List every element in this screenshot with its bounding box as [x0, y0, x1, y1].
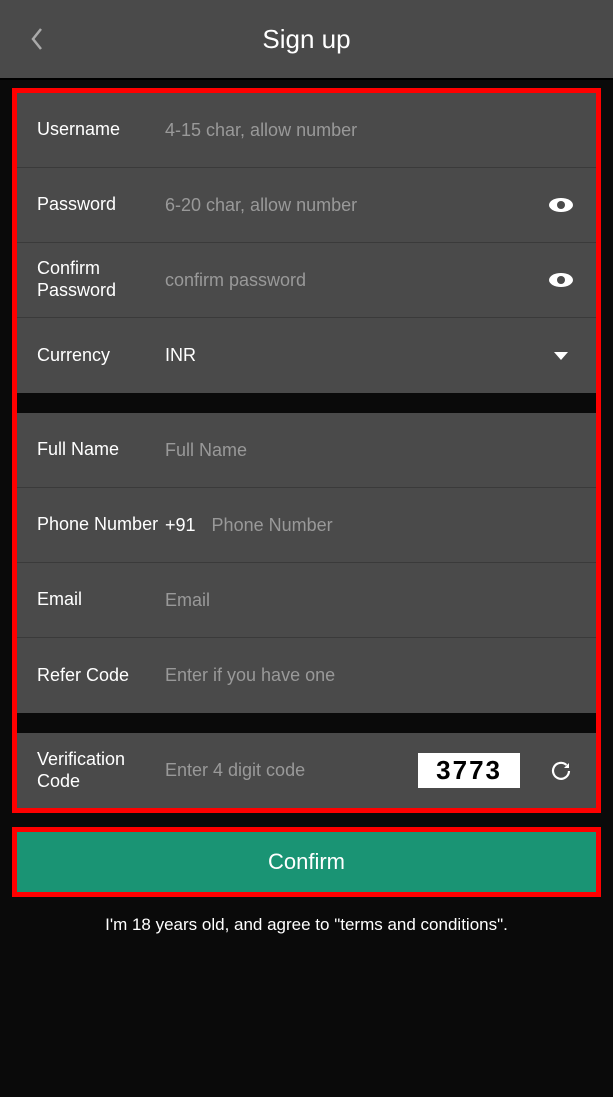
phone-prefix: +91 — [165, 515, 196, 536]
refer-row: Refer Code — [17, 638, 596, 713]
confirm-password-label: Confirm Password — [37, 258, 165, 301]
phone-input[interactable] — [212, 515, 576, 536]
username-row: Username — [17, 93, 596, 168]
eye-icon — [548, 272, 574, 288]
form-container: Username Password Confirm Password — [12, 88, 601, 813]
password-visibility-toggle[interactable] — [546, 197, 576, 213]
header: Sign up — [0, 0, 613, 80]
page-title: Sign up — [0, 24, 613, 55]
confirm-password-row: Confirm Password — [17, 243, 596, 318]
captcha-refresh-button[interactable] — [546, 760, 576, 782]
password-label: Password — [37, 194, 165, 216]
fullname-row: Full Name — [17, 413, 596, 488]
email-input[interactable] — [165, 590, 576, 611]
back-button[interactable] — [30, 27, 44, 51]
chevron-left-icon — [30, 27, 44, 51]
username-input[interactable] — [165, 120, 576, 141]
phone-row: Phone Number +91 — [17, 488, 596, 563]
captcha-image: 3773 — [418, 753, 520, 788]
email-row: Email — [17, 563, 596, 638]
confirm-password-visibility-toggle[interactable] — [546, 272, 576, 288]
password-row: Password — [17, 168, 596, 243]
phone-label: Phone Number — [37, 514, 165, 536]
refresh-icon — [550, 760, 572, 782]
refer-input[interactable] — [165, 665, 576, 686]
confirm-button[interactable]: Confirm — [17, 832, 596, 892]
caret-down-icon — [554, 352, 568, 360]
terms-text[interactable]: I'm 18 years old, and agree to "terms an… — [0, 915, 613, 935]
refer-label: Refer Code — [37, 665, 165, 687]
confirm-container: Confirm — [12, 827, 601, 897]
currency-label: Currency — [37, 345, 165, 367]
eye-icon — [548, 197, 574, 213]
verification-row: Verification Code 3773 — [17, 733, 596, 808]
verification-input[interactable] — [165, 760, 400, 781]
password-input[interactable] — [165, 195, 538, 216]
email-label: Email — [37, 589, 165, 611]
verification-label: Verification Code — [37, 749, 165, 792]
fullname-input[interactable] — [165, 440, 576, 461]
username-label: Username — [37, 119, 165, 141]
confirm-password-input[interactable] — [165, 270, 538, 291]
currency-row[interactable]: Currency INR — [17, 318, 596, 393]
currency-value: INR — [165, 345, 538, 366]
currency-dropdown-trigger — [546, 352, 576, 360]
fullname-label: Full Name — [37, 439, 165, 461]
